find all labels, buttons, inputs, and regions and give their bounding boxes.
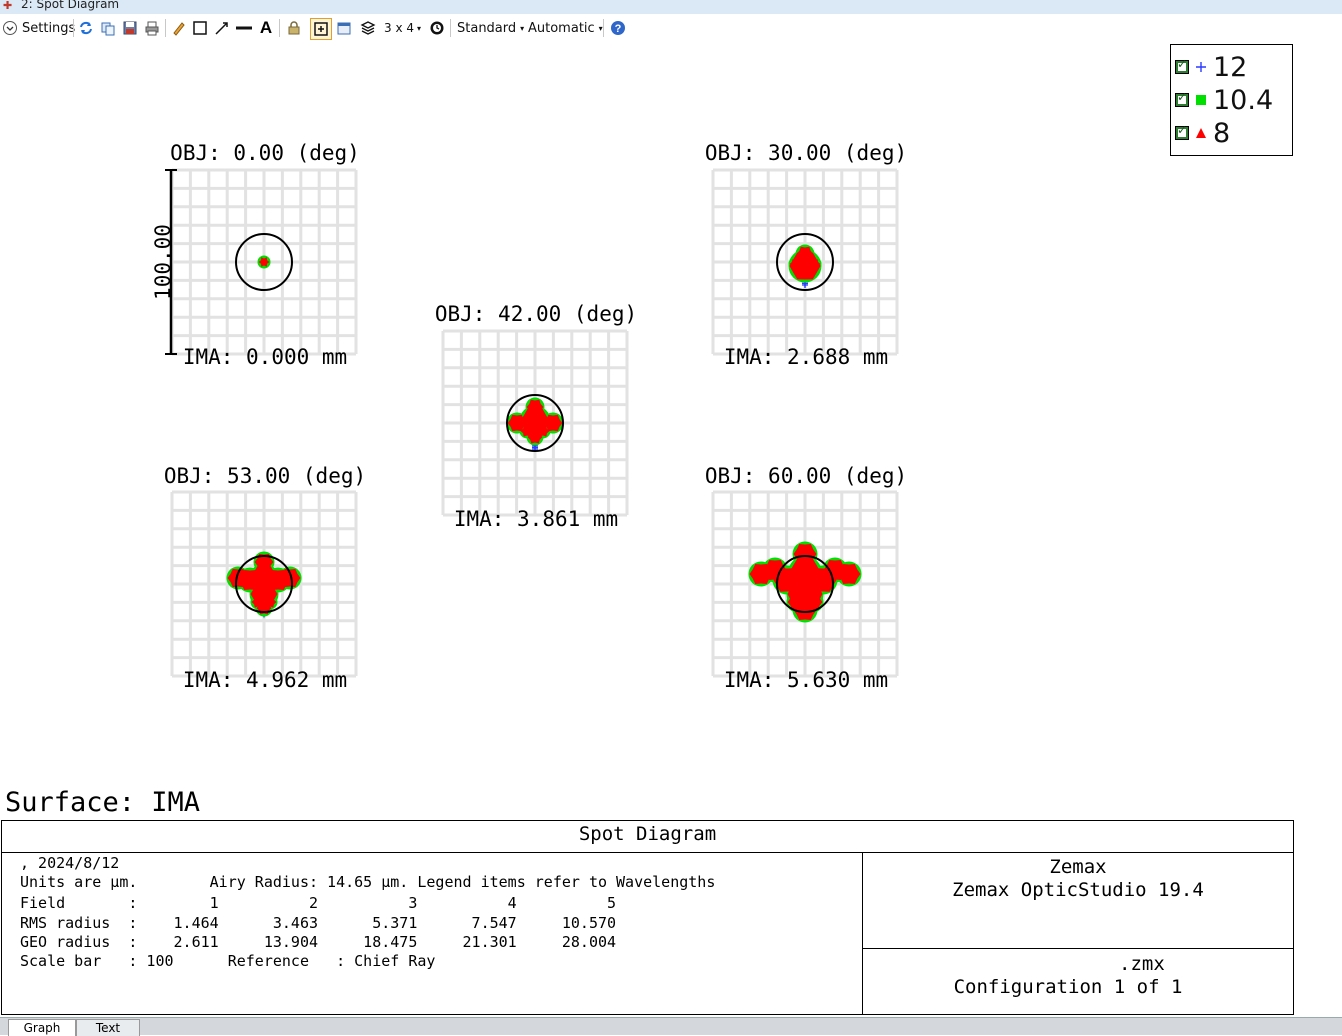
layout-label: 3 x 4 [384,21,414,35]
field-obj-label: OBJ: 30.00 (deg) [705,141,907,165]
toolbar: Settings A 3 x 4 ▾ Standard ▾ Automatic ▾ ? [0,14,1342,42]
automatic-dropdown[interactable]: Automatic ▾ [528,18,603,38]
wavelength-legend: 12 10.4 8 [1170,44,1293,156]
lock-icon[interactable] [284,18,304,38]
line-icon[interactable] [234,18,254,38]
checkbox-icon[interactable] [1175,90,1189,107]
spot-panel: OBJ: 0.00 (deg) IMA: 0.000 mm [170,141,360,369]
legend-label: 10.4 [1213,84,1274,116]
info-units-line: Units are µm. Airy Radius: 14.65 µm. Leg… [20,873,716,891]
tab-graph-label: Graph [23,1021,61,1035]
svg-text:?: ? [615,23,622,35]
toolbar-separator [603,19,604,37]
info-rms-line: RMS radius : 1.464 3.463 5.371 7.547 10.… [20,914,617,932]
divider [862,948,1293,949]
legend-label: 8 [1213,117,1231,149]
tab-graph[interactable]: Graph [8,1019,76,1036]
field-obj-label: OBJ: 42.00 (deg) [435,302,637,326]
legend-item[interactable]: 12 [1175,51,1248,83]
field-obj-label: OBJ: 53.00 (deg) [164,464,366,488]
rectangle-icon[interactable] [190,18,210,38]
save-icon[interactable] [120,18,140,38]
spot-panel: OBJ: 30.00 (deg) IMA: 2.688 mm [705,141,907,369]
toolbar-separator [73,19,74,37]
tab-text-label: Text [95,1021,121,1035]
dropdown-arrow-icon: ▾ [520,23,525,33]
info-field-line: Field : 1 2 3 4 5 [20,894,617,912]
configuration-label: Configuration 1 of 1 [953,976,1183,998]
info-box: Spot Diagram , 2024/8/12 Units are µm. A… [1,820,1294,1015]
spot-panel: OBJ: 42.00 (deg) IMA: 3.861 mm [435,302,637,531]
refresh-icon[interactable] [76,18,96,38]
square-marker-icon [1196,95,1206,105]
tab-text[interactable]: Text [76,1019,140,1036]
window-icon[interactable] [334,18,354,38]
window-title: 2: Spot Diagram [21,0,120,11]
arrow-icon[interactable] [212,18,232,38]
checkbox-icon[interactable] [1175,57,1189,74]
field-ima-label: IMA: 4.962 mm [183,668,347,692]
field-ima-label: IMA: 2.688 mm [724,345,888,369]
copy-icon[interactable] [98,18,118,38]
clock-icon[interactable] [427,18,447,38]
company-name: Zemax [1049,856,1107,878]
toolbar-separator [450,19,451,37]
product-name: Zemax OpticStudio 19.4 [952,879,1204,901]
window-titlebar: ✚ 2: Spot Diagram [0,0,1342,14]
plus-marker-icon [1196,62,1206,72]
layers-icon[interactable] [358,18,378,38]
print-icon[interactable] [142,18,162,38]
spot-diagram-icon: ✚ [3,0,13,12]
scale-bar-label: 100.00 [151,224,175,300]
legend-item[interactable]: 8 [1175,117,1231,149]
triangle-marker-icon [1196,128,1206,138]
legend-item[interactable]: 10.4 [1175,84,1274,116]
field-ima-label: IMA: 3.861 mm [454,507,618,531]
divider [2,852,1293,853]
file-name: .zmx [1119,953,1165,975]
info-date: , 2024/8/12 [20,854,120,872]
toolbar-separator [279,19,280,37]
field-obj-label: OBJ: 0.00 (deg) [170,141,360,165]
settings-label: Settings [22,20,76,36]
layout-dropdown[interactable]: 3 x 4 ▾ [384,18,421,38]
spot-panel: OBJ: 60.00 (deg) IMA: 5.630 mm [705,464,907,692]
spot-panel: OBJ: 53.00 (deg) IMA: 4.962 mm [164,464,366,692]
info-scale-line: Scale bar : 100 Reference : Chief Ray [20,952,436,970]
toolbar-separator [165,19,166,37]
info-title: Spot Diagram [578,823,717,845]
text-tool-icon[interactable]: A [256,18,276,38]
dropdown-arrow-icon: ▾ [417,23,422,33]
bottom-tab-bar: Graph Text [0,1017,1342,1036]
standard-dropdown[interactable]: Standard ▾ [457,18,524,38]
chevron-down-icon [3,21,17,35]
legend-label: 12 [1213,51,1248,83]
pencil-icon[interactable] [169,18,189,38]
field-ima-label: IMA: 5.630 mm [724,668,888,692]
surface-label: Surface: IMA [5,787,201,818]
checkbox-icon[interactable] [1175,123,1189,140]
settings-button[interactable]: Settings [2,18,75,38]
spot-diagram-plot: OBJ: 0.00 (deg) IMA: 0.000 mm OBJ: 30.00 (… [151,141,907,692]
standard-label: Standard [457,20,517,36]
fit-icon[interactable] [310,18,332,40]
automatic-label: Automatic [528,20,595,36]
field-obj-label: OBJ: 60.00 (deg) [705,464,907,488]
help-icon[interactable]: ? [608,18,628,38]
field-ima-label: IMA: 0.000 mm [183,345,347,369]
info-geo-line: GEO radius : 2.611 13.904 18.475 21.301 … [20,933,617,951]
